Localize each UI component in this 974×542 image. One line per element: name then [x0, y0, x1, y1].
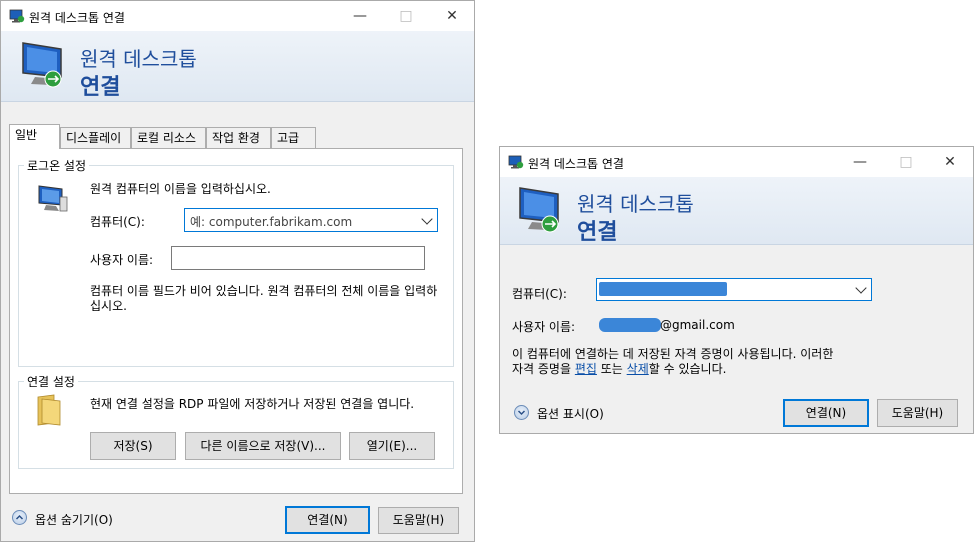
banner-subtitle: 연결 [80, 75, 121, 100]
connect-button[interactable]: 연결(N) [783, 399, 869, 427]
computer-label: 컴퓨터(C): [90, 215, 145, 229]
window-title: 원격 데스크톱 연결 [528, 157, 624, 171]
info-line-2-prefix: 자격 증명을 [512, 362, 575, 376]
tab-general[interactable]: 일반 [9, 124, 60, 149]
delete-link[interactable]: 삭제 [627, 362, 649, 376]
banner: 원격 데스크톱 연결 [1, 31, 474, 102]
chevron-down-icon[interactable] [855, 282, 867, 294]
computer-value-redacted [599, 282, 727, 296]
saved-credentials-info: 이 컴퓨터에 연결하는 데 저장된 자격 증명이 사용됩니다. 이러한 자격 증… [512, 347, 892, 377]
help-button[interactable]: 도움말(H) [877, 399, 958, 427]
computer-combobox[interactable] [596, 278, 872, 301]
hide-options-toggle[interactable]: 옵션 숨기기(O) [35, 511, 113, 528]
save-as-button[interactable]: 다른 이름으로 저장(V)... [185, 432, 341, 460]
banner-title: 원격 데스크톱 [80, 47, 197, 71]
computer-icon [38, 185, 68, 212]
info-line-2-mid: 또는 [596, 362, 627, 376]
window-title: 원격 데스크톱 연결 [29, 11, 125, 25]
tab-advanced[interactable]: 고급 [271, 127, 316, 149]
monitor-icon [519, 187, 559, 233]
tab-experience[interactable]: 작업 환경 [206, 127, 271, 149]
computer-placeholder: 예: computer.fabrikam.com [190, 215, 353, 229]
rdp-app-icon [9, 9, 25, 23]
minimize-button[interactable]: — [837, 147, 883, 177]
username-label: 사용자 이름: [512, 320, 576, 334]
username-input[interactable] [171, 246, 425, 270]
maximize-button[interactable]: □ [883, 147, 929, 177]
empty-computer-warning: 컴퓨터 이름 필드가 비어 있습니다. 원격 컴퓨터의 전체 이름을 입력하십시… [90, 284, 438, 313]
banner: 원격 데스크톱 연결 [500, 177, 973, 245]
chevron-down-icon[interactable] [421, 213, 433, 225]
monitor-icon [22, 42, 62, 88]
connection-description: 현재 연결 설정을 RDP 파일에 저장하거나 저장된 연결을 엽니다. [90, 397, 415, 411]
title-bar: 원격 데스크톱 연결 — □ ✕ [500, 147, 973, 177]
edit-link[interactable]: 편집 [575, 362, 597, 376]
help-button[interactable]: 도움말(H) [378, 507, 459, 534]
username-label: 사용자 이름: [90, 253, 154, 267]
info-line-2-suffix: 할 수 있습니다. [648, 362, 727, 376]
maximize-button[interactable]: □ [383, 1, 429, 31]
connect-button[interactable]: 연결(N) [285, 506, 370, 534]
title-bar: 원격 데스크톱 연결 — □ ✕ [1, 1, 474, 31]
chevron-down-icon[interactable] [514, 405, 529, 420]
folder-icon [37, 394, 61, 426]
tab-panel-general: 로그온 설정 원격 컴퓨터의 이름을 입력하십시오. 컴퓨터(C): 예: co… [9, 148, 463, 494]
username-domain: @gmail.com [660, 318, 735, 332]
tab-local-resources[interactable]: 로컬 리소스 [131, 127, 206, 149]
save-button[interactable]: 저장(S) [90, 432, 176, 460]
rdp-app-icon [508, 155, 524, 169]
chevron-up-icon[interactable] [12, 510, 27, 525]
open-button[interactable]: 열기(E)... [349, 432, 435, 460]
close-button[interactable]: ✕ [429, 1, 475, 31]
computer-combobox[interactable]: 예: computer.fabrikam.com [184, 208, 438, 232]
banner-title: 원격 데스크톱 [577, 192, 694, 216]
username-redacted [599, 318, 661, 332]
minimize-button[interactable]: — [337, 1, 383, 31]
banner-subtitle: 연결 [577, 220, 618, 245]
rdp-window-collapsed: 원격 데스크톱 연결 — □ ✕ 원격 데스크톱 연결 컴퓨터(C): 사용자 … [499, 146, 974, 434]
computer-label: 컴퓨터(C): [512, 287, 567, 301]
close-button[interactable]: ✕ [927, 147, 973, 177]
info-line-1: 이 컴퓨터에 연결하는 데 저장된 자격 증명이 사용됩니다. 이러한 [512, 347, 834, 361]
rdp-window-expanded: 원격 데스크톱 연결 — □ ✕ 원격 데스크톱 연결 일반 디스플레이 로컬 … [0, 0, 475, 542]
logon-instruction: 원격 컴퓨터의 이름을 입력하십시오. [90, 182, 271, 196]
tab-display[interactable]: 디스플레이 [60, 127, 131, 149]
show-options-toggle[interactable]: 옵션 표시(O) [537, 405, 604, 422]
connection-settings-label: 연결 설정 [24, 373, 78, 390]
logon-settings-label: 로그온 설정 [24, 157, 90, 174]
